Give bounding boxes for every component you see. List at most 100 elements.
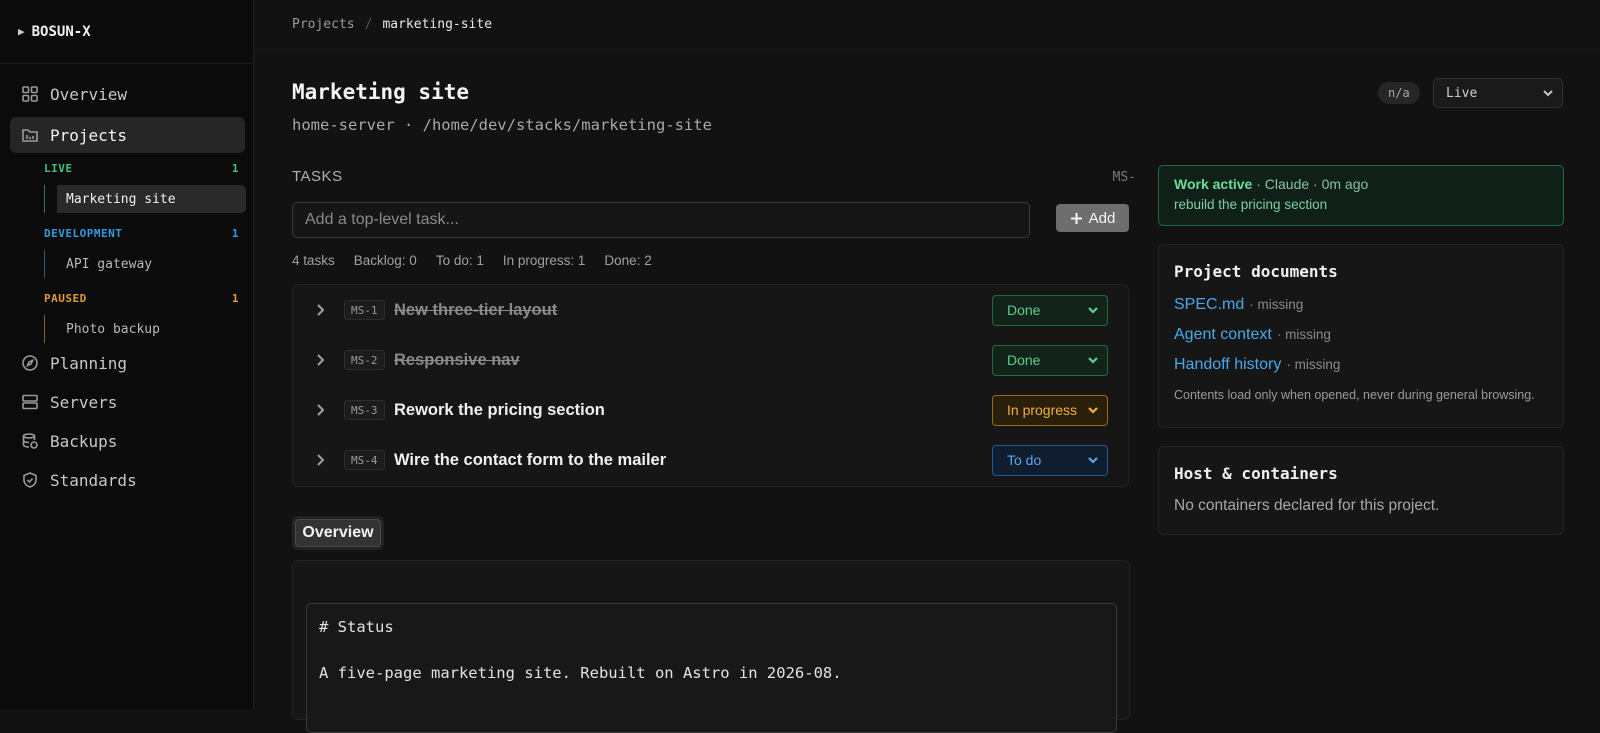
status-badge: n/a: [1378, 82, 1420, 104]
sidebar: ▶ BOSUN-X Overview Projects LIVE 1 Marke…: [0, 0, 254, 709]
task-title[interactable]: Rework the pricing section: [394, 401, 605, 420]
chevron-right-icon[interactable]: [313, 303, 327, 317]
sidebar-item-label: API gateway: [66, 256, 153, 272]
doc-state: · missing: [1249, 297, 1304, 312]
add-task-input[interactable]: [292, 202, 1030, 238]
nav-label: Overview: [50, 84, 128, 104]
work-active-label: Work active: [1174, 176, 1253, 192]
tab-overview[interactable]: Overview: [295, 519, 381, 547]
nav-label: Projects: [50, 125, 128, 145]
group-development-label: DEVELOPMENT: [44, 227, 123, 240]
nav-planning[interactable]: Planning: [10, 345, 245, 381]
task-status-value: Done: [1007, 352, 1041, 368]
work-active-meta: · Claude · 0m ago: [1256, 176, 1369, 192]
group-live-label: LIVE: [44, 162, 73, 175]
task-title[interactable]: New three-tier layout: [394, 301, 557, 320]
project-documents-card: Project documents SPEC.md · missing Agen…: [1158, 244, 1564, 428]
task-status-select[interactable]: Done: [992, 294, 1108, 326]
grid-icon: [20, 84, 40, 104]
sidebar-item-api-gateway[interactable]: API gateway: [44, 250, 246, 278]
tasks-heading: TASKS: [292, 168, 343, 185]
brand-name: BOSUN-X: [31, 23, 91, 40]
editor-line: # Status: [319, 618, 394, 636]
nav-label: Planning: [50, 353, 128, 373]
work-active-card: Work active · Claude · 0m ago rebuild th…: [1158, 165, 1564, 226]
project-location: home-server · /home/dev/stacks/marketing…: [292, 116, 712, 134]
brand[interactable]: ▶ BOSUN-X: [0, 0, 253, 64]
breadcrumb-separator: /: [364, 17, 373, 32]
sidebar-item-photo-backup[interactable]: Photo backup: [44, 315, 246, 343]
task-row[interactable]: MS-1 New three-tier layout Done: [293, 285, 1128, 335]
group-development[interactable]: DEVELOPMENT 1: [44, 227, 239, 240]
nav-standards[interactable]: Standards: [10, 462, 245, 498]
doc-item: Agent context · missing: [1174, 326, 1548, 344]
nav-projects[interactable]: Projects: [10, 117, 245, 153]
task-status-value: To do: [1007, 452, 1042, 468]
chevron-down-icon: [1088, 307, 1098, 314]
nav-label: Standards: [50, 470, 137, 490]
chevron-right-icon[interactable]: [313, 453, 327, 467]
doc-item: SPEC.md · missing: [1174, 296, 1548, 314]
chevron-down-icon: [1088, 407, 1098, 414]
stat-done: Done: 2: [604, 253, 652, 268]
plus-icon: [1070, 212, 1082, 224]
breadcrumb-projects-link[interactable]: Projects: [292, 17, 355, 32]
nav-label: Servers: [50, 392, 118, 412]
group-paused-count: 1: [231, 292, 239, 305]
nav-overview[interactable]: Overview: [10, 76, 245, 112]
database-icon: [20, 431, 40, 451]
task-status-select[interactable]: In progress: [992, 394, 1108, 426]
sidebar-item-label: Photo backup: [66, 321, 160, 337]
group-live[interactable]: LIVE 1: [44, 162, 239, 175]
task-status-select[interactable]: Done: [992, 344, 1108, 376]
group-live-count: 1: [231, 162, 239, 175]
play-triangle-icon: ▶: [18, 25, 25, 38]
add-task-button[interactable]: Add: [1056, 204, 1129, 232]
shield-icon: [20, 470, 40, 490]
sidebar-item-marketing-site[interactable]: Marketing site: [57, 185, 246, 213]
doc-state: · missing: [1286, 357, 1341, 372]
tab-bar: Overview: [292, 516, 384, 550]
host-containers-card: Host & containers No containers declared…: [1158, 446, 1564, 535]
task-row[interactable]: MS-3 Rework the pricing section In progr…: [293, 385, 1128, 435]
breadcrumb: Projects / marketing-site: [255, 0, 1600, 50]
chevron-right-icon[interactable]: [313, 353, 327, 367]
folder-icon: [20, 125, 40, 145]
task-stats: 4 tasks Backlog: 0 To do: 1 In progress:…: [292, 253, 652, 268]
chevron-right-icon[interactable]: [313, 403, 327, 417]
stat-in-progress: In progress: 1: [502, 253, 586, 268]
task-id-prefix: MS-: [1112, 170, 1136, 185]
host-empty-state: No containers declared for this project.: [1174, 497, 1440, 514]
task-id: MS-4: [344, 450, 385, 470]
stat-backlog: Backlog: 0: [353, 253, 417, 268]
task-title[interactable]: Wire the contact form to the mailer: [394, 451, 666, 470]
doc-item: Handoff history · missing: [1174, 356, 1548, 374]
work-active-detail: rebuild the pricing section: [1174, 197, 1328, 212]
page-title: Marketing site: [292, 80, 470, 104]
project-state-select[interactable]: Live: [1433, 78, 1563, 108]
task-status-value: Done: [1007, 302, 1041, 318]
task-id: MS-3: [344, 400, 385, 420]
doc-link-agent-context[interactable]: Agent context: [1174, 326, 1272, 344]
nav-servers[interactable]: Servers: [10, 384, 245, 420]
stat-total: 4 tasks: [292, 253, 335, 268]
nav-backups[interactable]: Backups: [10, 423, 245, 459]
breadcrumb-current: marketing-site: [382, 17, 493, 32]
card-title: Host & containers: [1174, 464, 1338, 483]
overview-panel: # Status A five-page marketing site. Rebu…: [292, 560, 1130, 733]
group-paused-label: PAUSED: [44, 292, 87, 305]
tree-line: [44, 185, 45, 213]
task-row[interactable]: MS-4 Wire the contact form to the mailer…: [293, 435, 1128, 485]
task-list: MS-1 New three-tier layout Done MS-2 Res…: [292, 284, 1129, 487]
chevron-down-icon: [1543, 90, 1553, 97]
overview-editor[interactable]: # Status A five-page marketing site. Rebu…: [306, 603, 1117, 733]
group-paused[interactable]: PAUSED 1: [44, 292, 239, 305]
task-id: MS-1: [344, 300, 385, 320]
doc-link-handoff-history[interactable]: Handoff history: [1174, 356, 1281, 374]
stat-todo: To do: 1: [435, 253, 484, 268]
task-status-select[interactable]: To do: [992, 444, 1108, 476]
doc-link-spec[interactable]: SPEC.md: [1174, 296, 1244, 314]
task-title[interactable]: Responsive nav: [394, 351, 520, 370]
chevron-down-icon: [1088, 457, 1098, 464]
task-row[interactable]: MS-2 Responsive nav Done: [293, 335, 1128, 385]
